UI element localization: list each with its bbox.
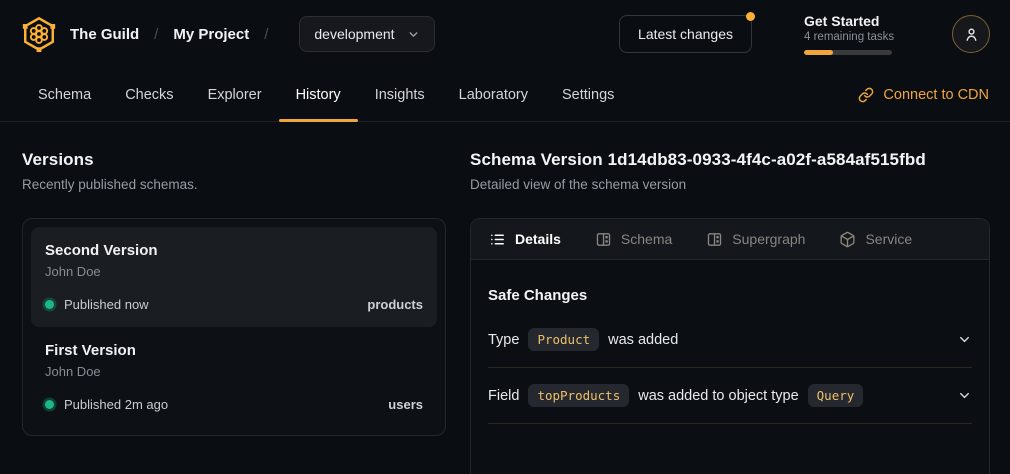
detail-tab-label: Schema: [621, 231, 672, 247]
get-started-title: Get Started: [804, 13, 896, 29]
change-text: was added: [608, 332, 678, 348]
version-service-name: products: [367, 297, 423, 312]
detail-tab-label: Supergraph: [732, 231, 805, 247]
versions-list: Second Version John Doe Published now pr…: [22, 218, 446, 436]
change-text: was added to object type: [638, 388, 798, 404]
detail-tab-label: Service: [865, 231, 912, 247]
list-icon: [489, 231, 506, 248]
detail-header: Schema Version 1d14db83-0933-4f4c-a02f-a…: [470, 150, 990, 192]
version-detail-panel: Schema Version 1d14db83-0933-4f4c-a02f-a…: [470, 150, 990, 474]
user-menu-button[interactable]: [952, 15, 990, 53]
columns-icon: [595, 231, 612, 248]
header-right: Latest changes Get Started 4 remaining t…: [619, 13, 990, 55]
tab-insights[interactable]: Insights: [358, 68, 442, 121]
link-icon: [858, 87, 874, 103]
change-row-field-added[interactable]: Field topProducts was added to object ty…: [488, 368, 972, 424]
chevron-down-icon[interactable]: [957, 388, 972, 403]
detail-body: Safe Changes Type Product was added Fiel…: [471, 260, 989, 424]
version-meta: Published now products: [45, 297, 423, 312]
breadcrumb-org[interactable]: The Guild: [70, 26, 139, 43]
detail-tab-label: Details: [515, 231, 561, 247]
chevron-down-icon: [407, 28, 420, 41]
version-title: First Version: [45, 342, 423, 359]
versions-title: Versions: [22, 150, 446, 170]
target-nav-tabs: Schema Checks Explorer History Insights …: [0, 68, 1010, 122]
tab-settings[interactable]: Settings: [545, 68, 631, 121]
detail-tab-schema[interactable]: Schema: [595, 231, 672, 248]
change-text: Field: [488, 388, 519, 404]
versions-subtitle: Recently published schemas.: [22, 177, 446, 192]
breadcrumb-separator: /: [154, 26, 158, 43]
connect-to-cdn-link[interactable]: Connect to CDN: [858, 68, 989, 121]
detail-title: Schema Version 1d14db83-0933-4f4c-a02f-a…: [470, 150, 990, 170]
version-published-status: Published 2m ago: [64, 397, 168, 412]
main-content: Versions Recently published schemas. Sec…: [0, 122, 1010, 474]
notification-dot: [746, 12, 755, 21]
change-text: Type: [488, 332, 519, 348]
detail-tab-details[interactable]: Details: [489, 231, 561, 248]
breadcrumb-separator: /: [264, 26, 268, 43]
version-author: John Doe: [45, 264, 423, 279]
detail-subtitle: Detailed view of the schema version: [470, 177, 990, 192]
version-list-item-second[interactable]: Second Version John Doe Published now pr…: [31, 227, 437, 327]
tab-schema[interactable]: Schema: [21, 68, 108, 121]
environment-select-value: development: [314, 26, 394, 42]
columns-icon: [706, 231, 723, 248]
chevron-down-icon[interactable]: [957, 332, 972, 347]
guild-hive-logo-icon[interactable]: [20, 15, 58, 53]
tab-checks[interactable]: Checks: [108, 68, 190, 121]
code-badge: Product: [528, 328, 599, 351]
version-author: John Doe: [45, 364, 423, 379]
versions-header: Versions Recently published schemas.: [22, 150, 446, 192]
connect-to-cdn-label: Connect to CDN: [883, 87, 989, 103]
tab-laboratory[interactable]: Laboratory: [442, 68, 545, 121]
get-started-progress-fill: [804, 50, 833, 55]
get-started-widget[interactable]: Get Started 4 remaining tasks: [804, 13, 896, 55]
detail-tab-service[interactable]: Service: [839, 231, 912, 248]
get-started-subtitle: 4 remaining tasks: [804, 31, 896, 43]
app-header: The Guild / My Project / development Lat…: [0, 0, 1010, 68]
environment-select[interactable]: development: [299, 16, 434, 52]
code-badge: Query: [808, 384, 864, 407]
version-title: Second Version: [45, 242, 423, 259]
detail-tab-supergraph[interactable]: Supergraph: [706, 231, 805, 248]
version-list-item-first[interactable]: First Version John Doe Published 2m ago …: [31, 327, 437, 427]
version-detail-card: Details Schema: [470, 218, 990, 474]
box-icon: [839, 231, 856, 248]
safe-changes-title: Safe Changes: [488, 287, 972, 304]
get-started-progress-track: [804, 50, 892, 55]
version-service-name: users: [388, 397, 423, 412]
change-row-type-added[interactable]: Type Product was added: [488, 312, 972, 368]
published-status-icon: [45, 300, 54, 309]
tab-explorer[interactable]: Explorer: [191, 68, 279, 121]
latest-changes-label: Latest changes: [638, 26, 733, 42]
tab-history[interactable]: History: [279, 68, 358, 121]
latest-changes-button[interactable]: Latest changes: [619, 15, 752, 53]
detail-tabbar: Details Schema: [471, 219, 989, 260]
user-icon: [963, 26, 980, 43]
versions-panel: Versions Recently published schemas. Sec…: [22, 150, 446, 474]
breadcrumb-project[interactable]: My Project: [173, 26, 249, 43]
version-meta: Published 2m ago users: [45, 397, 423, 412]
published-status-icon: [45, 400, 54, 409]
version-published-status: Published now: [64, 297, 149, 312]
code-badge: topProducts: [528, 384, 629, 407]
